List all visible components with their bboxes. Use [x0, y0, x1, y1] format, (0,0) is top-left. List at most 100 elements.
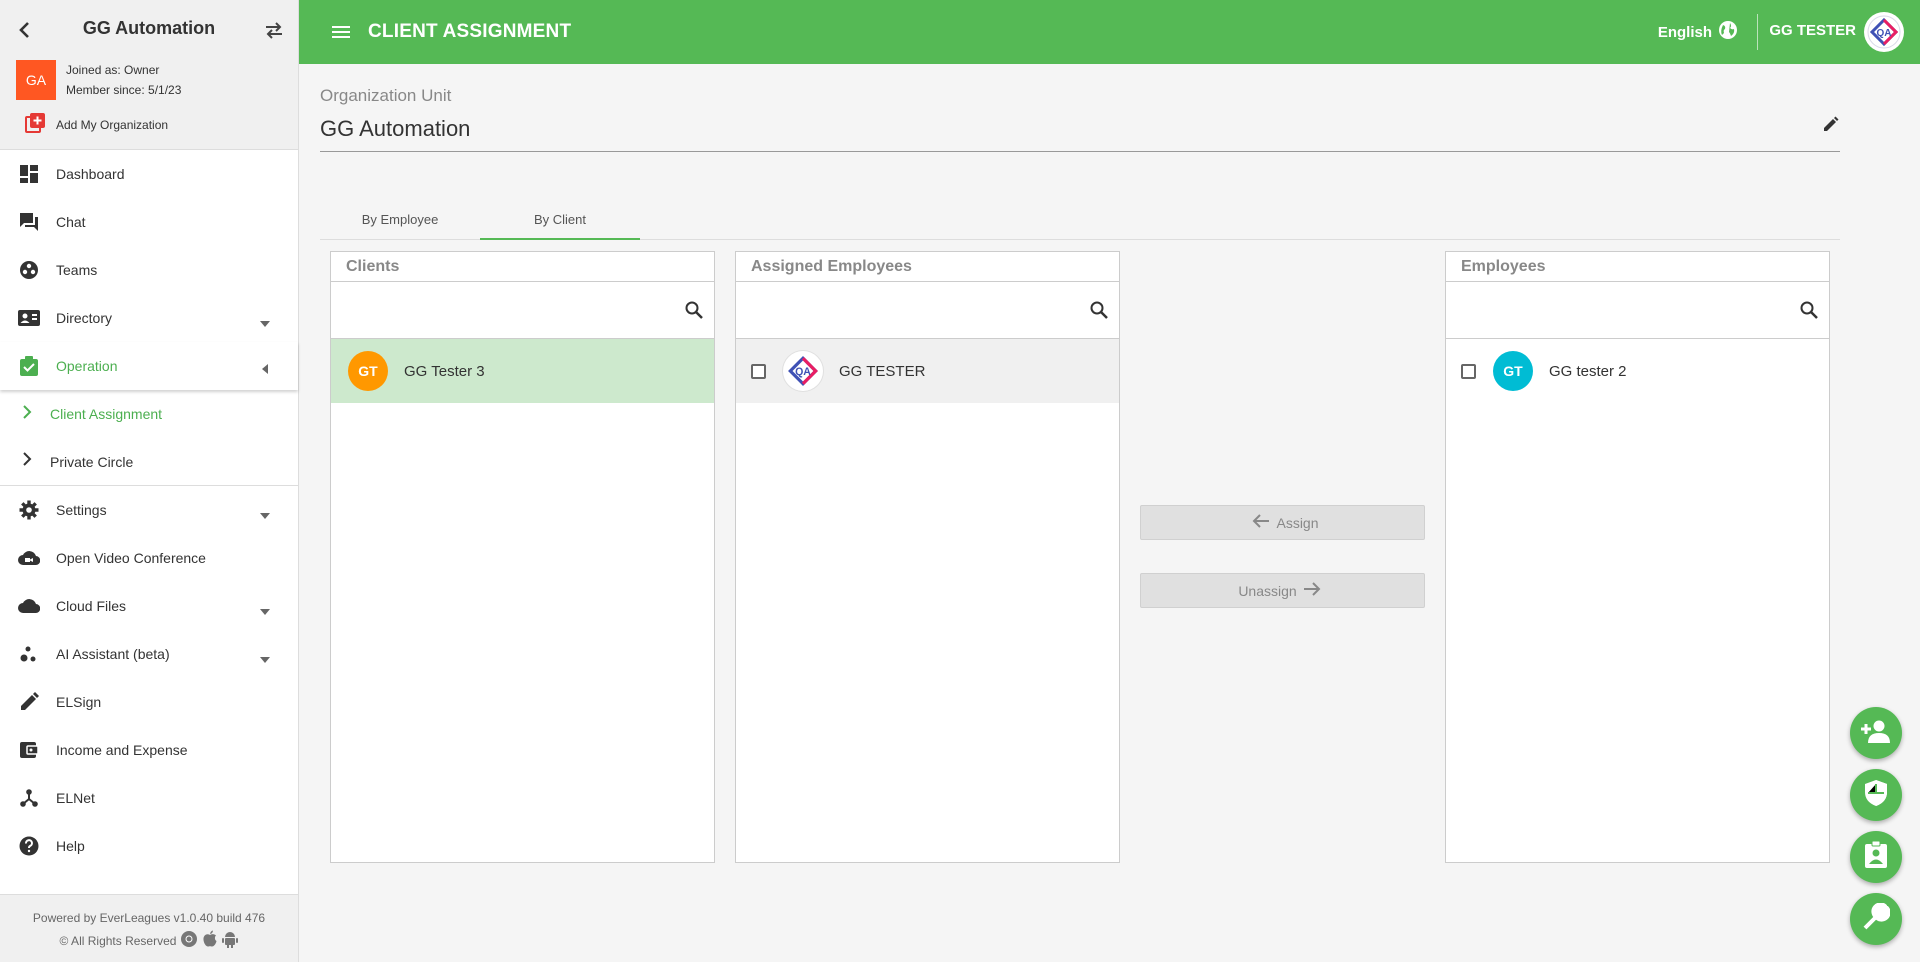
sidebar-item-chat[interactable]: Chat: [0, 198, 298, 246]
assign-button[interactable]: Assign: [1140, 505, 1425, 540]
employee-checkbox[interactable]: [1461, 363, 1476, 379]
sidebar-item-label: Cloud Files: [56, 598, 127, 614]
sidebar-item-label: Income and Expense: [56, 742, 188, 758]
sidebar-item-cloud-files[interactable]: Cloud Files: [0, 582, 298, 630]
clients-panel-title: Clients: [331, 252, 714, 282]
caret-left-icon: [262, 361, 268, 379]
employees-panel-title: Employees: [1446, 252, 1829, 282]
caret-down-icon: [260, 602, 270, 620]
cloud-video-icon: [18, 547, 40, 569]
tools-fab[interactable]: [1850, 893, 1902, 945]
sidebar-item-settings[interactable]: Settings: [0, 486, 298, 534]
sidebar-item-help[interactable]: Help: [0, 822, 298, 870]
sidebar-item-label: Private Circle: [50, 453, 134, 470]
help-icon: [18, 835, 40, 857]
caret-down-icon: [260, 650, 270, 668]
sidebar-item-label: Teams: [56, 262, 98, 278]
sidebar-item-income-expense[interactable]: Income and Expense: [0, 726, 298, 774]
hamburger-menu-icon[interactable]: [331, 20, 351, 49]
top-app-bar: CLIENT ASSIGNMENT English GG TESTER QA: [299, 0, 1920, 64]
clients-panel: Clients GT GG Tester 3: [330, 251, 715, 863]
sidebar: GG Automation GA Joined as: Owner Member…: [0, 0, 299, 962]
caret-down-icon: [260, 314, 270, 332]
sidebar-subitem-client-assignment[interactable]: Client Assignment: [0, 390, 298, 438]
pencil-icon: [18, 691, 40, 713]
employee-checkbox[interactable]: [751, 363, 766, 379]
language-label: English: [1657, 23, 1712, 41]
sidebar-item-label: Chat: [56, 214, 86, 230]
org-unit-field[interactable]: GG Automation: [320, 116, 470, 142]
search-icon[interactable]: [1799, 300, 1819, 325]
client-list-item[interactable]: GT GG Tester 3: [331, 339, 714, 403]
topbar-divider: [1757, 14, 1758, 50]
security-fab[interactable]: [1850, 769, 1902, 821]
org-unit-underline: [320, 151, 1840, 152]
language-selector[interactable]: English: [1658, 20, 1738, 44]
person-add-icon: [1861, 718, 1891, 749]
assigned-employees-panel: Assigned Employees QA GG TESTER: [735, 251, 1120, 863]
add-organization-button[interactable]: Add My Organization: [24, 112, 168, 139]
client-avatar: GT: [348, 351, 388, 391]
teams-icon: [18, 259, 40, 281]
search-icon[interactable]: [684, 300, 704, 325]
sidebar-item-dashboard[interactable]: Dashboard: [0, 150, 298, 198]
user-avatar[interactable]: QA: [1864, 12, 1904, 52]
unassign-label: Unassign: [1238, 582, 1297, 599]
edit-pencil-icon[interactable]: [1823, 116, 1839, 137]
sidebar-item-label: Settings: [56, 502, 107, 518]
wrench-icon: [1862, 901, 1891, 936]
sidebar-item-operation[interactable]: Operation: [0, 342, 298, 390]
add-person-fab[interactable]: [1850, 707, 1902, 759]
dashboard-icon: [18, 163, 40, 185]
org-name: GG Automation: [82, 18, 216, 38]
employee-list-item[interactable]: GT GG tester 2: [1446, 339, 1829, 403]
sidebar-item-open-video-conference[interactable]: Open Video Conference: [0, 534, 298, 582]
assigned-search-box: [736, 282, 1119, 339]
client-name: GG Tester 3: [404, 362, 485, 380]
sidebar-item-label: Help: [56, 838, 85, 854]
arrow-right-icon: [1297, 581, 1327, 600]
employee-name: GG tester 2: [1549, 362, 1627, 380]
gear-icon: [18, 499, 40, 521]
search-icon[interactable]: [1089, 300, 1109, 325]
employee-name: GG TESTER: [839, 362, 926, 380]
sidebar-item-directory[interactable]: Directory: [0, 294, 298, 342]
sidebar-item-label: Operation: [56, 358, 118, 374]
arrow-left-icon: [1246, 513, 1276, 532]
employees-search-input[interactable]: [1458, 294, 1778, 326]
org-unit-label: Organization Unit: [320, 86, 452, 105]
sidebar-item-elnet[interactable]: ELNet: [0, 774, 298, 822]
caret-down-icon: [260, 506, 270, 524]
employees-search-box: [1446, 282, 1829, 339]
contact-card-icon: [18, 307, 40, 329]
tab-by-client[interactable]: By Client: [480, 200, 640, 240]
assigned-search-input[interactable]: [748, 294, 1068, 326]
sidebar-item-elsign[interactable]: ELSign: [0, 678, 298, 726]
unassign-button[interactable]: Unassign: [1140, 573, 1425, 608]
org-avatar: GA: [16, 60, 56, 100]
page-title: CLIENT ASSIGNMENT: [368, 21, 572, 42]
sidebar-header: GG Automation GA Joined as: Owner Member…: [0, 0, 298, 150]
chrome-icon[interactable]: [180, 930, 198, 951]
user-name[interactable]: GG TESTER: [1769, 22, 1856, 39]
apple-icon[interactable]: [202, 930, 218, 951]
sidebar-item-label: Open Video Conference: [56, 550, 206, 566]
sidebar-item-teams[interactable]: Teams: [0, 246, 298, 294]
wallet-icon: [18, 739, 40, 761]
contact-fab[interactable]: [1850, 831, 1902, 883]
sidebar-item-label: Dashboard: [56, 166, 125, 182]
sidebar-item-label: Client Assignment: [50, 406, 163, 422]
chevron-right-icon: [22, 404, 32, 424]
clients-search-input[interactable]: [343, 294, 663, 326]
member-since-text: Member since: 5/1/23: [66, 83, 182, 97]
add-box-icon: [24, 112, 46, 139]
sidebar-item-label: ELSign: [56, 694, 102, 710]
assigned-employee-list-item[interactable]: QA GG TESTER: [736, 339, 1119, 403]
switch-org-icon[interactable]: [262, 18, 286, 42]
tab-by-employee[interactable]: By Employee: [320, 200, 480, 240]
sidebar-subitem-private-circle[interactable]: Private Circle: [0, 438, 298, 486]
android-icon[interactable]: [222, 930, 239, 951]
sidebar-item-ai-assistant[interactable]: AI Assistant (beta): [0, 630, 298, 678]
chat-icon: [18, 211, 40, 233]
sidebar-footer: Powered by EverLeagues v1.0.40 build 476…: [0, 894, 298, 962]
